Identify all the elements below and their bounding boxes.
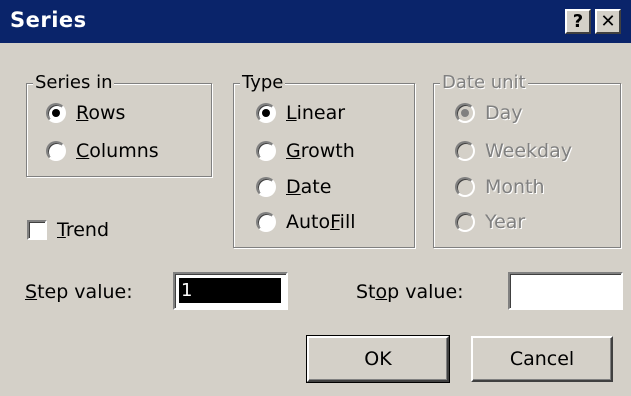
radio-weekday[interactable]: Weekday xyxy=(455,137,572,165)
rows-radio-button[interactable] xyxy=(46,103,66,123)
stop-value-label: Stop value: xyxy=(356,281,464,303)
dialog-title: Series xyxy=(10,8,87,32)
radio-columns[interactable]: Columns xyxy=(46,137,159,165)
linear-label: Linear xyxy=(286,102,346,124)
growth-label: Growth xyxy=(286,140,355,162)
step-value-text: 1 xyxy=(179,278,281,303)
title-bar[interactable]: Series ? ✕ xyxy=(0,0,631,43)
step-value-label: Step value: xyxy=(25,281,133,303)
weekday-radio-button[interactable] xyxy=(455,141,475,161)
trend-checkbox[interactable] xyxy=(27,220,47,240)
series-dialog: Series ? ✕ Series in Rows Columns Type L… xyxy=(0,0,631,396)
year-radio-button[interactable] xyxy=(455,212,475,232)
series-in-legend: Series in xyxy=(33,71,115,95)
radio-month[interactable]: Month xyxy=(455,173,545,201)
date-label: Date xyxy=(286,176,332,198)
month-label: Month xyxy=(485,176,545,198)
weekday-label: Weekday xyxy=(485,140,573,162)
radio-linear[interactable]: Linear xyxy=(256,99,345,127)
radio-date[interactable]: Date xyxy=(256,173,331,201)
date-unit-legend: Date unit xyxy=(440,71,528,95)
day-label: Day xyxy=(485,102,523,124)
autofill-label: AutoFill xyxy=(286,211,356,233)
radio-year[interactable]: Year xyxy=(455,208,525,236)
radio-autofill[interactable]: AutoFill xyxy=(256,208,356,236)
radio-day[interactable]: Day xyxy=(455,99,523,127)
close-button[interactable]: ✕ xyxy=(595,9,621,34)
growth-radio-button[interactable] xyxy=(256,141,276,161)
radio-rows[interactable]: Rows xyxy=(46,99,125,127)
month-radio-button[interactable] xyxy=(455,177,475,197)
trend-checkbox-row[interactable]: Trend xyxy=(27,216,109,244)
cancel-button-label: Cancel xyxy=(509,348,575,370)
autofill-radio-button[interactable] xyxy=(256,212,276,232)
trend-label: Trend xyxy=(57,219,110,241)
type-legend: Type xyxy=(240,71,286,95)
rows-label: Rows xyxy=(76,102,126,124)
ok-button-label: OK xyxy=(364,348,392,370)
stop-value-input[interactable] xyxy=(508,272,623,310)
ok-button[interactable]: OK xyxy=(306,335,450,383)
columns-label: Columns xyxy=(76,140,159,162)
linear-radio-button[interactable] xyxy=(256,103,276,123)
day-radio-button[interactable] xyxy=(455,103,475,123)
year-label: Year xyxy=(485,211,526,233)
help-button[interactable]: ? xyxy=(565,9,591,34)
cancel-button[interactable]: Cancel xyxy=(471,336,613,382)
close-icon: ✕ xyxy=(600,10,616,32)
date-radio-button[interactable] xyxy=(256,177,276,197)
radio-growth[interactable]: Growth xyxy=(256,137,355,165)
help-icon: ? xyxy=(572,10,584,32)
step-value-input[interactable]: 1 xyxy=(173,272,288,310)
columns-radio-button[interactable] xyxy=(46,141,66,161)
